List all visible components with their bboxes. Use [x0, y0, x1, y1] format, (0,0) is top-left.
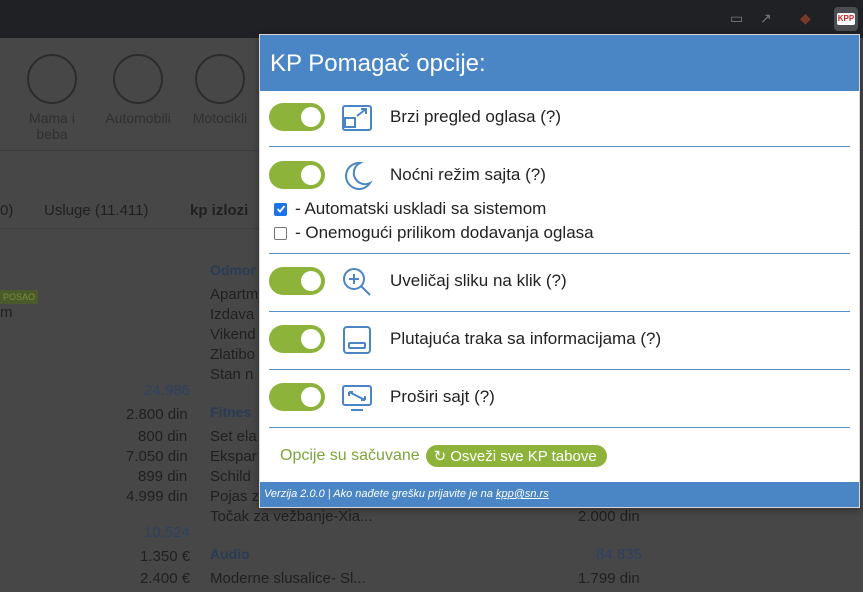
floating-bar-toggle[interactable]	[269, 325, 325, 353]
auto-sync-checkbox[interactable]	[274, 202, 287, 216]
auto-sync-row: - Automatski uskladi sa sistemom	[274, 199, 546, 219]
version-footer: Verzija 2.0.0 | Ako nađete grešku prijav…	[260, 482, 859, 507]
list-item[interactable]: Točak za vežbanje-Xia...	[210, 508, 373, 525]
refresh-button-label: Osveži sve KP tabove	[450, 447, 597, 465]
night-mode-label[interactable]: Noćni režim sajta (?)	[390, 165, 546, 185]
price: 7.050 din	[126, 448, 188, 465]
option-widen-site: Proširi sajt (?)	[260, 369, 861, 427]
category-label: Motocikli	[192, 110, 248, 126]
list-item[interactable]: Pojas z	[210, 488, 259, 505]
baby-icon	[27, 54, 77, 104]
section-total: 84.835	[596, 546, 642, 563]
price: 2.000 din	[578, 508, 640, 525]
version-text: Verzija 2.0.0 | Ako nađete grešku prijav…	[264, 488, 496, 500]
disable-on-add-checkbox[interactable]	[274, 226, 287, 240]
disable-on-add-label[interactable]: - Onemogući prilikom dodavanja oglasa	[295, 223, 594, 243]
price: 4.999 din	[126, 488, 188, 505]
left-fragment: m	[0, 304, 13, 321]
extension-shield-icon[interactable]: ◆	[800, 10, 811, 28]
floating-bar-icon	[343, 326, 371, 354]
price: 800 din	[138, 428, 188, 445]
refresh-icon: ↻	[433, 448, 447, 465]
list-item[interactable]: Zlatibo	[210, 346, 255, 363]
list-item[interactable]: Stan n	[210, 366, 253, 383]
car-icon	[113, 54, 163, 104]
left-total: 10.524	[144, 524, 190, 541]
list-item[interactable]: Izdava	[210, 306, 254, 323]
refresh-all-tabs-button[interactable]: ↻ Osveži sve KP tabove	[425, 445, 607, 467]
price: 2.400 €	[140, 570, 191, 587]
category-automobili[interactable]: Automobili	[98, 54, 178, 126]
price: 1.350 €	[140, 548, 191, 565]
toggle-knob	[301, 107, 321, 127]
option-quick-view: Brzi pregled oglasa (?)	[260, 89, 861, 147]
quick-view-toggle[interactable]	[269, 103, 325, 131]
option-night-mode: Noćni režim sajta (?)	[260, 147, 861, 205]
list-item[interactable]: Set ela	[210, 428, 257, 445]
tab-kp-izlozi[interactable]: kp izlozi	[190, 202, 248, 219]
list-item[interactable]: Moderne slusalice- Sl...	[210, 570, 366, 587]
tab-usluge[interactable]: Usluge (11.411)	[44, 202, 149, 219]
category-mama-beba[interactable]: Mama i beba	[12, 54, 92, 142]
category-label: beba	[36, 126, 68, 142]
cast-icon[interactable]: ▭	[730, 10, 743, 28]
widen-site-toggle[interactable]	[269, 383, 325, 411]
zoom-in-icon	[343, 268, 371, 296]
category-label: Automobili	[105, 110, 171, 126]
toggle-knob	[301, 387, 321, 407]
section-audio[interactable]: Audio	[210, 546, 250, 562]
floating-bar-label[interactable]: Plutajuća traka sa informacijama (?)	[390, 329, 661, 349]
report-email-link[interactable]: kpp@sn.rs	[496, 488, 549, 500]
widen-site-label[interactable]: Proširi sajt (?)	[390, 387, 495, 407]
zoom-image-label[interactable]: Uveličaj sliku na klik (?)	[390, 271, 567, 291]
category-motocikli[interactable]: Motocikli	[180, 54, 260, 126]
motorcycle-icon	[195, 54, 245, 104]
section-odmor[interactable]: Odmor	[210, 262, 256, 278]
moon-icon	[345, 161, 373, 190]
share-icon[interactable]: ↗	[760, 10, 772, 28]
list-item[interactable]: Schild	[210, 468, 251, 485]
option-floating-bar: Plutajuća traka sa informacijama (?)	[260, 311, 861, 369]
quick-view-label[interactable]: Brzi pregled oglasa (?)	[390, 107, 561, 127]
section-fitnes[interactable]: Fitnes	[210, 404, 251, 420]
price: 2.800 din	[126, 406, 188, 423]
category-label: Mama i	[29, 110, 75, 126]
night-mode-toggle[interactable]	[269, 161, 325, 189]
auto-sync-label[interactable]: - Automatski uskladi sa sistemom	[295, 199, 546, 219]
browser-toolbar: ▭ ↗ ◆ KPP	[0, 0, 863, 38]
list-item[interactable]: Ekspar	[210, 448, 257, 465]
quick-view-icon	[342, 105, 372, 131]
separator	[269, 427, 850, 428]
toggle-knob	[301, 329, 321, 349]
kp-logo-icon: KPP	[836, 13, 856, 25]
left-total: 24.986	[144, 382, 190, 399]
option-zoom-image: Uveličaj sliku na klik (?)	[260, 253, 861, 311]
price: 1.799 din	[578, 570, 640, 587]
tab-prev[interactable]: 0)	[0, 202, 13, 219]
status-row: Opcije su sačuvane ↻ Osveži sve KP tabov…	[280, 445, 607, 467]
list-item[interactable]: Vikend	[210, 326, 256, 343]
toggle-knob	[301, 165, 321, 185]
price: 899 din	[138, 468, 188, 485]
list-item[interactable]: Apartm	[210, 286, 258, 303]
toggle-knob	[301, 271, 321, 291]
kp-options-popup: KP Pomagač opcije: Brzi pregled oglasa (…	[259, 34, 860, 508]
widen-site-icon	[342, 385, 372, 411]
posao-badge: POSAO	[0, 290, 39, 304]
checkmark-icon	[276, 205, 285, 213]
kp-extension-button[interactable]: KPP	[834, 7, 858, 31]
saved-status: Opcije su sačuvane	[280, 447, 420, 464]
zoom-image-toggle[interactable]	[269, 267, 325, 295]
popup-title: KP Pomagač opcije:	[260, 35, 859, 91]
disable-on-add-row: - Onemogući prilikom dodavanja oglasa	[274, 223, 594, 243]
